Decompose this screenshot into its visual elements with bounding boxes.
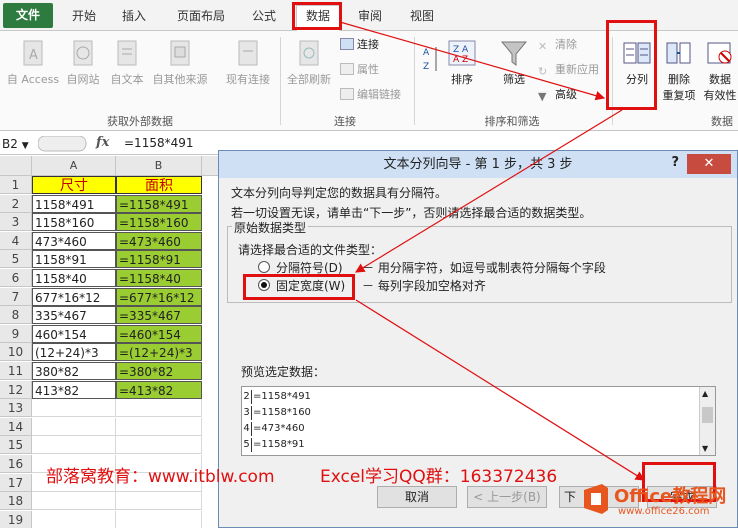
arrow-data-tab-to-text-to-columns <box>339 21 606 101</box>
logo-title: Office教程网 <box>614 486 727 507</box>
watermark-website: 部落窝教育：www.itblw.com <box>46 467 275 487</box>
watermark-qq-group: Excel学习QQ群：163372436 <box>320 467 558 487</box>
arrow-fixed-width-to-finish <box>355 299 646 481</box>
arrow-text-to-columns-to-fixed-width <box>354 109 623 273</box>
office-logo-icon <box>584 484 608 514</box>
office-logo: Office教程网 www.office26.com <box>578 478 738 524</box>
annotation-arrows <box>339 21 646 481</box>
logo-url: www.office26.com <box>618 506 710 517</box>
